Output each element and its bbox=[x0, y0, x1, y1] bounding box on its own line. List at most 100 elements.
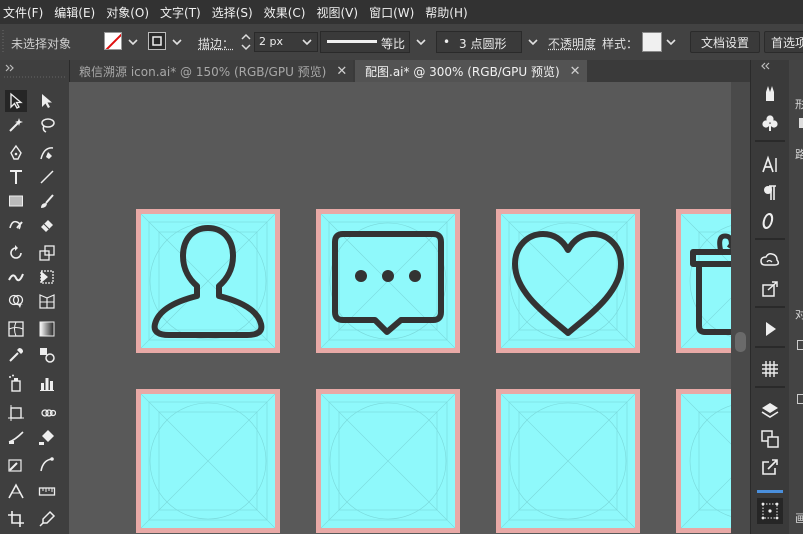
shaper-tool[interactable] bbox=[5, 214, 27, 236]
mesh-tool[interactable] bbox=[5, 318, 27, 340]
rectangle-tool[interactable] bbox=[5, 190, 27, 212]
dock-transform[interactable] bbox=[757, 498, 783, 524]
preferences-button[interactable]: 首选项 bbox=[764, 31, 803, 53]
panel-checkbox[interactable] bbox=[797, 340, 803, 350]
shape-builder-tool[interactable] bbox=[5, 290, 27, 312]
dock-asset-export[interactable] bbox=[757, 276, 783, 302]
menu-select[interactable]: 选择(S) bbox=[209, 4, 261, 21]
selection-tool[interactable] bbox=[5, 90, 27, 112]
dock-artboards[interactable] bbox=[757, 426, 783, 452]
fill-swatch[interactable] bbox=[104, 32, 122, 50]
dock-align[interactable] bbox=[757, 356, 783, 382]
chevron-down-icon[interactable] bbox=[170, 35, 184, 49]
dock-character[interactable] bbox=[757, 152, 783, 178]
menu-file[interactable]: 文件(F) bbox=[0, 4, 51, 21]
dock-links[interactable] bbox=[757, 454, 783, 480]
crop-tool[interactable] bbox=[5, 508, 27, 530]
collapse-icon[interactable] bbox=[4, 64, 64, 72]
knife-tool[interactable] bbox=[5, 426, 27, 448]
artboard-empty[interactable] bbox=[676, 389, 731, 533]
puppet-warp-tool[interactable] bbox=[36, 508, 58, 530]
shaper-icon bbox=[9, 220, 23, 230]
pen-tool[interactable] bbox=[5, 142, 27, 164]
bar-graph-icon bbox=[40, 378, 54, 391]
close-icon[interactable]: ✕ bbox=[336, 64, 347, 79]
direct-selection-tool[interactable] bbox=[36, 90, 58, 112]
dock-puppet[interactable] bbox=[757, 80, 783, 106]
dock-libraries[interactable] bbox=[757, 248, 783, 274]
collapse-icon[interactable] bbox=[761, 62, 781, 70]
chevron-down-icon[interactable] bbox=[526, 35, 540, 49]
gift-box-icon bbox=[690, 233, 731, 335]
brush-definition[interactable]: • 3 点圆形 bbox=[436, 31, 522, 53]
perspective-grid-tool[interactable] bbox=[36, 290, 58, 312]
variable-width-profile[interactable]: 等比 bbox=[320, 31, 410, 53]
curvature-tool[interactable] bbox=[36, 142, 58, 164]
eyedropper-tool[interactable] bbox=[5, 344, 27, 366]
tab-document-1[interactable]: 粮信溯源 icon.ai* @ 150% (RGB/GPU 预览) ✕ bbox=[69, 60, 353, 82]
tab-document-2[interactable]: 配图.ai* @ 300% (RGB/GPU 预览) ✕ bbox=[355, 60, 587, 82]
rectangle-icon bbox=[9, 195, 23, 207]
arrow-icon bbox=[10, 92, 23, 109]
slice-tool[interactable] bbox=[36, 402, 58, 424]
graphic-style-swatch[interactable] bbox=[642, 32, 662, 52]
artboard-chat[interactable] bbox=[316, 209, 460, 353]
dock-paragraph[interactable] bbox=[757, 180, 783, 206]
chevron-down-icon[interactable] bbox=[300, 35, 314, 49]
ruler-tool[interactable] bbox=[36, 480, 58, 502]
artboard-person[interactable] bbox=[136, 209, 280, 353]
menu-object[interactable]: 对象(O) bbox=[103, 4, 157, 21]
scroll-thumb[interactable] bbox=[735, 332, 746, 352]
blend-tool[interactable] bbox=[36, 344, 58, 366]
perspective-icon bbox=[8, 483, 24, 499]
panel-control[interactable] bbox=[799, 118, 803, 128]
canvas[interactable] bbox=[69, 82, 731, 534]
gradient-tool[interactable] bbox=[36, 318, 58, 340]
artboard-empty[interactable] bbox=[136, 389, 280, 533]
chevron-down-icon[interactable] bbox=[126, 35, 140, 49]
menu-view[interactable]: 视图(V) bbox=[313, 4, 366, 21]
vertical-scrollbar[interactable] bbox=[731, 82, 750, 534]
width-tool[interactable] bbox=[5, 266, 27, 288]
close-icon[interactable]: ✕ bbox=[570, 64, 581, 79]
document-setup-button[interactable]: 文档设置 bbox=[690, 31, 760, 53]
stroke-label[interactable]: 描边： bbox=[198, 35, 234, 52]
chevron-down-icon[interactable] bbox=[664, 35, 678, 49]
dock-layers[interactable] bbox=[757, 398, 783, 424]
paintbrush-tool[interactable] bbox=[36, 190, 58, 212]
stroke-swatch[interactable] bbox=[148, 32, 166, 50]
menu-edit[interactable]: 编辑(E) bbox=[51, 4, 103, 21]
curvature-edit-tool[interactable] bbox=[36, 454, 58, 476]
line-segment-tool[interactable] bbox=[36, 166, 58, 188]
menu-type[interactable]: 文字(T) bbox=[157, 4, 209, 21]
chevron-down-icon[interactable] bbox=[414, 35, 428, 49]
opacity-label[interactable]: 不透明度 bbox=[548, 35, 596, 52]
menu-effect[interactable]: 效果(C) bbox=[261, 4, 314, 21]
artboard-tool[interactable] bbox=[5, 402, 27, 424]
column-graph-tool[interactable] bbox=[36, 372, 58, 394]
scale-tool[interactable] bbox=[36, 242, 58, 264]
artboard-empty[interactable] bbox=[316, 389, 460, 533]
artboard-gift[interactable] bbox=[676, 209, 731, 353]
artboard-fill bbox=[681, 394, 731, 528]
live-paint-tool[interactable] bbox=[36, 426, 58, 448]
magic-wand-tool[interactable] bbox=[5, 114, 27, 136]
artboard-empty[interactable] bbox=[496, 389, 640, 533]
rotate-tool[interactable] bbox=[5, 242, 27, 264]
symbol-sprayer-tool[interactable] bbox=[5, 372, 27, 394]
menu-window[interactable]: 窗口(W) bbox=[366, 4, 422, 21]
menu-help[interactable]: 帮助(H) bbox=[422, 4, 475, 21]
perspective-tool[interactable] bbox=[5, 480, 27, 502]
panel-checkbox[interactable] bbox=[797, 394, 803, 404]
dock-opentype[interactable] bbox=[757, 208, 783, 234]
free-transform-tool[interactable] bbox=[36, 266, 58, 288]
artboard-heart[interactable] bbox=[496, 209, 640, 353]
dock-actions[interactable] bbox=[757, 316, 783, 342]
scissors-tool[interactable] bbox=[5, 454, 27, 476]
type-tool[interactable] bbox=[5, 166, 27, 188]
stepper-icon[interactable] bbox=[240, 33, 252, 51]
chat-bubble-icon bbox=[332, 231, 444, 335]
dock-symbols[interactable] bbox=[757, 110, 783, 136]
lasso-tool[interactable] bbox=[36, 114, 58, 136]
eraser-tool[interactable] bbox=[36, 214, 58, 236]
